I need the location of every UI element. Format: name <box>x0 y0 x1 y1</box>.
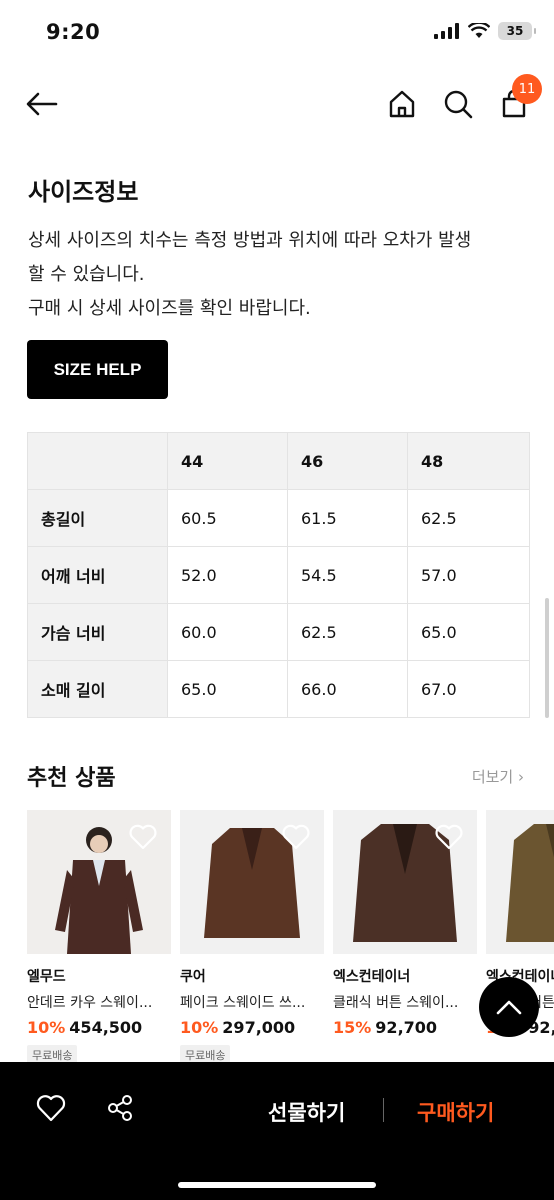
product-card[interactable]: 엘무드 안데르 카우 스웨이... 10% 454,500 무료배송 <box>27 810 171 1065</box>
divider <box>383 1098 384 1122</box>
product-discount: 15% <box>333 1018 372 1037</box>
size-info-description: 상세 사이즈의 치수는 측정 방법과 위치에 따라 오차가 발생 할 수 있습니… <box>28 224 528 326</box>
product-brand: 엑스컨테이너 <box>333 969 411 985</box>
product-discount: 10% <box>27 1018 66 1037</box>
measurement-value: 65.0 <box>167 660 288 718</box>
wifi-icon <box>468 23 490 38</box>
product-card[interactable]: 쿠어 페이크 스웨이드 쓰... 10% 297,000 무료배송 <box>180 810 324 1065</box>
measurement-value: 52.0 <box>167 546 288 604</box>
product-image <box>180 810 324 954</box>
measurement-value: 65.0 <box>407 603 530 661</box>
product-price-line: 10% 297,000 <box>180 1018 324 1037</box>
table-row: 어깨 너비 52.0 54.5 57.0 <box>27 546 530 604</box>
signal-icon <box>434 23 459 39</box>
share-button[interactable] <box>106 1094 134 1126</box>
table-corner-cell <box>27 432 168 490</box>
product-name: 클래식 버튼 스웨이... <box>333 995 459 1011</box>
home-icon <box>389 90 415 118</box>
size-column-header: 44 <box>167 432 288 490</box>
home-button[interactable] <box>386 88 418 120</box>
table-row: 총길이 60.5 61.5 62.5 <box>27 489 530 547</box>
product-price: 92,700 <box>375 1018 438 1037</box>
measurement-value: 54.5 <box>287 546 408 604</box>
size-column-header: 46 <box>287 432 408 490</box>
heart-icon[interactable] <box>129 824 157 850</box>
description-line: 상세 사이즈의 치수는 측정 방법과 위치에 따라 오차가 발생 <box>28 230 472 251</box>
status-icons: 35 <box>434 22 536 40</box>
description-line: 구매 시 상세 사이즈를 확인 바랍니다. <box>28 298 311 319</box>
recommended-title: 추천 상품 <box>27 766 116 791</box>
measurement-label: 총길이 <box>27 489 168 547</box>
table-row: 소매 길이 65.0 66.0 67.0 <box>27 660 530 718</box>
search-icon <box>444 90 473 119</box>
back-button[interactable] <box>26 88 58 120</box>
product-card[interactable]: 엑스컨테이너 클래식 버튼 스웨이... 15%92,700 <box>333 810 477 1037</box>
chevron-right-icon: › <box>518 768 524 786</box>
gift-button[interactable]: 선물하기 <box>268 1097 345 1127</box>
measurement-value: 60.5 <box>167 489 288 547</box>
product-image <box>27 810 171 954</box>
battery-level: 35 <box>506 24 524 38</box>
measurement-value: 67.0 <box>407 660 530 718</box>
share-icon <box>108 1095 132 1121</box>
product-name: 안데르 카우 스웨이... <box>27 995 153 1011</box>
measurement-value: 62.5 <box>287 603 408 661</box>
size-table: 44 46 48 총길이 60.5 61.5 62.5 어깨 너비 52.0 5… <box>27 432 530 718</box>
product-price-line: 10% 454,500 <box>27 1018 171 1037</box>
product-discount: 10% <box>180 1018 219 1037</box>
scrollbar[interactable] <box>545 598 549 718</box>
measurement-value: 57.0 <box>407 546 530 604</box>
wishlist-button[interactable] <box>36 1094 66 1126</box>
product-price: 454,500 <box>69 1018 143 1037</box>
table-row: 가슴 너비 60.0 62.5 65.0 <box>27 603 530 661</box>
product-price-line: 15%92,700 <box>333 1018 477 1037</box>
measurement-label: 가슴 너비 <box>27 603 168 661</box>
size-column-header: 48 <box>407 432 530 490</box>
heart-icon[interactable] <box>435 824 463 850</box>
product-image <box>333 810 477 954</box>
measurement-value: 66.0 <box>287 660 408 718</box>
more-link[interactable]: 더보기 › <box>472 766 524 787</box>
product-carousel[interactable]: 엘무드 안데르 카우 스웨이... 10% 454,500 무료배송 쿠어 페이크… <box>27 810 554 1070</box>
measurement-value: 60.0 <box>167 603 288 661</box>
table-header-row: 44 46 48 <box>27 432 530 490</box>
status-time: 9:20 <box>46 20 101 44</box>
measurement-label: 소매 길이 <box>27 660 168 718</box>
chevron-up-icon <box>496 1000 522 1015</box>
heart-icon[interactable] <box>282 824 310 850</box>
size-info-title: 사이즈정보 <box>28 178 139 206</box>
measurement-value: 61.5 <box>287 489 408 547</box>
measurement-label: 어깨 너비 <box>27 546 168 604</box>
product-image <box>486 810 554 954</box>
back-arrow-icon <box>26 92 58 116</box>
product-price: 297,000 <box>222 1018 296 1037</box>
product-brand: 엘무드 <box>27 969 66 985</box>
heart-icon <box>36 1095 66 1122</box>
cart-count-badge: 11 <box>512 74 542 104</box>
top-navigation <box>0 72 554 136</box>
home-indicator <box>178 1182 376 1188</box>
battery-indicator: 35 <box>498 22 536 40</box>
bottom-action-bar: 선물하기 구매하기 <box>0 1062 554 1200</box>
scroll-to-top-button[interactable] <box>479 977 539 1037</box>
size-help-button[interactable]: SIZE HELP <box>27 340 168 399</box>
product-name: 페이크 스웨이드 쓰... <box>180 995 306 1011</box>
buy-button[interactable]: 구매하기 <box>417 1097 494 1127</box>
measurement-value: 62.5 <box>407 489 530 547</box>
search-button[interactable] <box>442 88 474 120</box>
more-label: 더보기 <box>471 768 514 786</box>
product-brand: 쿠어 <box>180 969 206 985</box>
status-bar: 9:20 35 <box>0 0 554 64</box>
description-line: 할 수 있습니다. <box>28 264 145 285</box>
